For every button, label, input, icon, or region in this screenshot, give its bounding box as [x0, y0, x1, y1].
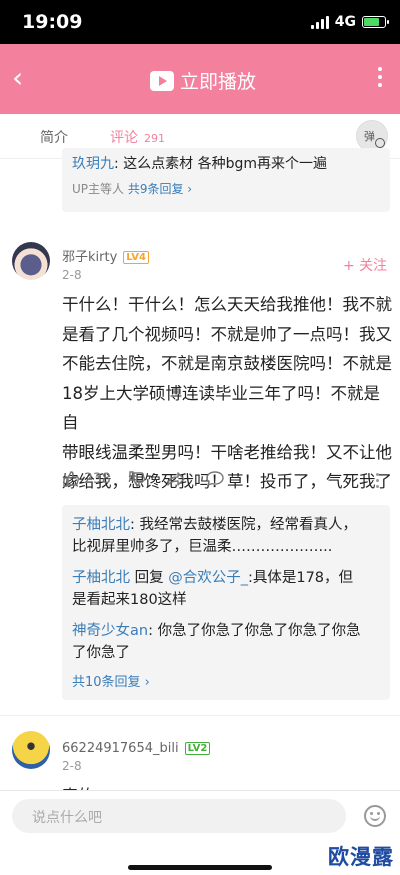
- more-vertical-icon[interactable]: [378, 67, 382, 87]
- comment-line: 是看了几个视频吗！不就是帅了一点吗！我又: [62, 324, 392, 344]
- reply-box: 玖玥九: 这么点素材 各种bgm再来个一遍 UP主等人 共9条回复 ›: [62, 148, 390, 212]
- reply-user-link[interactable]: 玖玥九: [72, 156, 114, 172]
- app-header: ‹ 立即播放: [0, 44, 400, 114]
- reply-line: 神奇少女an: 你急了你急了你急了你急了你急: [72, 621, 361, 641]
- tab-intro[interactable]: 简介: [40, 127, 68, 147]
- reply-to-label: 回复: [130, 570, 169, 586]
- comment-user-row: 66224917654_bili LV2: [62, 737, 211, 756]
- share-icon: [167, 472, 185, 486]
- reply-text: : 这么点素材 各种bgm再来个一遍: [114, 156, 328, 172]
- comment-actions: 238: [62, 470, 392, 496]
- comment-input-bar: 说点什么吧 欧漫露: [0, 790, 400, 875]
- tab-comments[interactable]: 评论 291: [110, 127, 165, 147]
- comment-bubble-icon: [206, 471, 224, 487]
- status-time: 19:09: [22, 11, 83, 33]
- thumbs-up-icon: [63, 471, 80, 487]
- level-badge: LV4: [123, 251, 149, 264]
- status-bar: 19:09 4G: [0, 0, 400, 44]
- reply-line: 比视屏里帅多了，巨温柔………………...: [72, 539, 333, 555]
- emoji-icon[interactable]: [364, 805, 386, 827]
- header-title: 立即播放: [180, 71, 257, 93]
- danmaku-off-icon: [375, 138, 385, 148]
- comment-date: 2-8: [62, 268, 82, 282]
- mention-link[interactable]: @合欢公子_: [168, 570, 248, 586]
- comment-content: 干什么！干什么！怎么天天给我推他！我不就 是看了几个视频吗！不就是帅了一点吗！我…: [62, 290, 392, 497]
- comment-username[interactable]: 邪子kirty: [62, 250, 117, 265]
- divider: [0, 715, 400, 716]
- avatar[interactable]: [12, 731, 50, 769]
- signal-icon: [310, 15, 329, 29]
- comment-line: 不能去住院，不就是南京鼓楼医院吗！不就是: [62, 354, 392, 373]
- comment-line: 带眼线温柔型男吗！干啥老推给我！又不让他: [62, 442, 392, 462]
- follow-button[interactable]: + 关注: [343, 255, 387, 275]
- comment-input[interactable]: 说点什么吧: [12, 799, 346, 833]
- reply-text: : 你急了你急了你急了你急了你急: [148, 623, 361, 639]
- reply-user-link[interactable]: 神奇少女an: [72, 623, 148, 639]
- comment-input-placeholder: 说点什么吧: [32, 810, 102, 826]
- reply-line: 子柚北北 回复 @合欢公子_:具体是178，但: [72, 568, 353, 588]
- avatar[interactable]: [12, 242, 50, 280]
- reply-text: : 我经常去鼓楼医院，经常看真人，: [130, 517, 357, 533]
- level-badge: LV2: [184, 742, 211, 755]
- reply-summary: UP主等人 共9条回复 ›: [72, 180, 192, 197]
- like-count: 238: [84, 471, 111, 487]
- thumbs-down-icon: [129, 471, 146, 487]
- reply-button[interactable]: [205, 470, 225, 488]
- comment-username[interactable]: 66224917654_bili: [62, 741, 179, 756]
- danmaku-label: 弹: [364, 130, 375, 143]
- tab-comments-label: 评论: [110, 130, 138, 146]
- comment-user-row: 邪子kirty LV4: [62, 246, 149, 265]
- view-replies-label: 共10条回复 ›: [72, 675, 150, 690]
- reply-user-link[interactable]: 子柚北北: [72, 570, 130, 586]
- reply-text: :具体是178，但: [247, 570, 354, 586]
- reply-line: 是看起来180这样: [72, 592, 187, 608]
- play-now-button[interactable]: 立即播放: [150, 67, 256, 94]
- reply-box: 子柚北北: 我经常去鼓楼医院，经常看真人， 比视屏里帅多了，巨温柔……………….…: [62, 505, 390, 700]
- comment-line: 干什么！干什么！怎么天天给我推他！我不就: [62, 295, 392, 314]
- reply-line: 子柚北北: 我经常去鼓楼医院，经常看真人，: [72, 515, 357, 535]
- comment-date: 2-8: [62, 759, 82, 773]
- like-button[interactable]: 238: [62, 470, 111, 488]
- view-replies-link[interactable]: 共9条回复 ›: [128, 182, 192, 196]
- comment-line: 18岁上大学硕博连读毕业三年了吗！不就是自: [62, 383, 380, 433]
- more-vertical-icon[interactable]: [376, 473, 379, 488]
- watermark: 欧漫露: [328, 845, 394, 869]
- reply-line: 玖玥九: 这么点素材 各种bgm再来个一遍: [72, 154, 327, 174]
- view-replies-link[interactable]: 共10条回复 ›: [72, 671, 150, 690]
- dislike-button[interactable]: [128, 470, 146, 488]
- chevron-left-icon[interactable]: ‹: [12, 64, 23, 92]
- share-button[interactable]: [166, 470, 186, 488]
- play-icon: [150, 70, 174, 91]
- reply-line: 了你急了: [72, 645, 130, 661]
- home-indicator: [128, 865, 272, 870]
- reply-summary-prefix: UP主等人: [72, 182, 128, 196]
- comment-count: 291: [144, 132, 165, 145]
- battery-icon: [362, 16, 389, 28]
- reply-user-link[interactable]: 子柚北北: [72, 517, 130, 533]
- status-right: 4G: [310, 14, 389, 30]
- network-label: 4G: [334, 14, 356, 30]
